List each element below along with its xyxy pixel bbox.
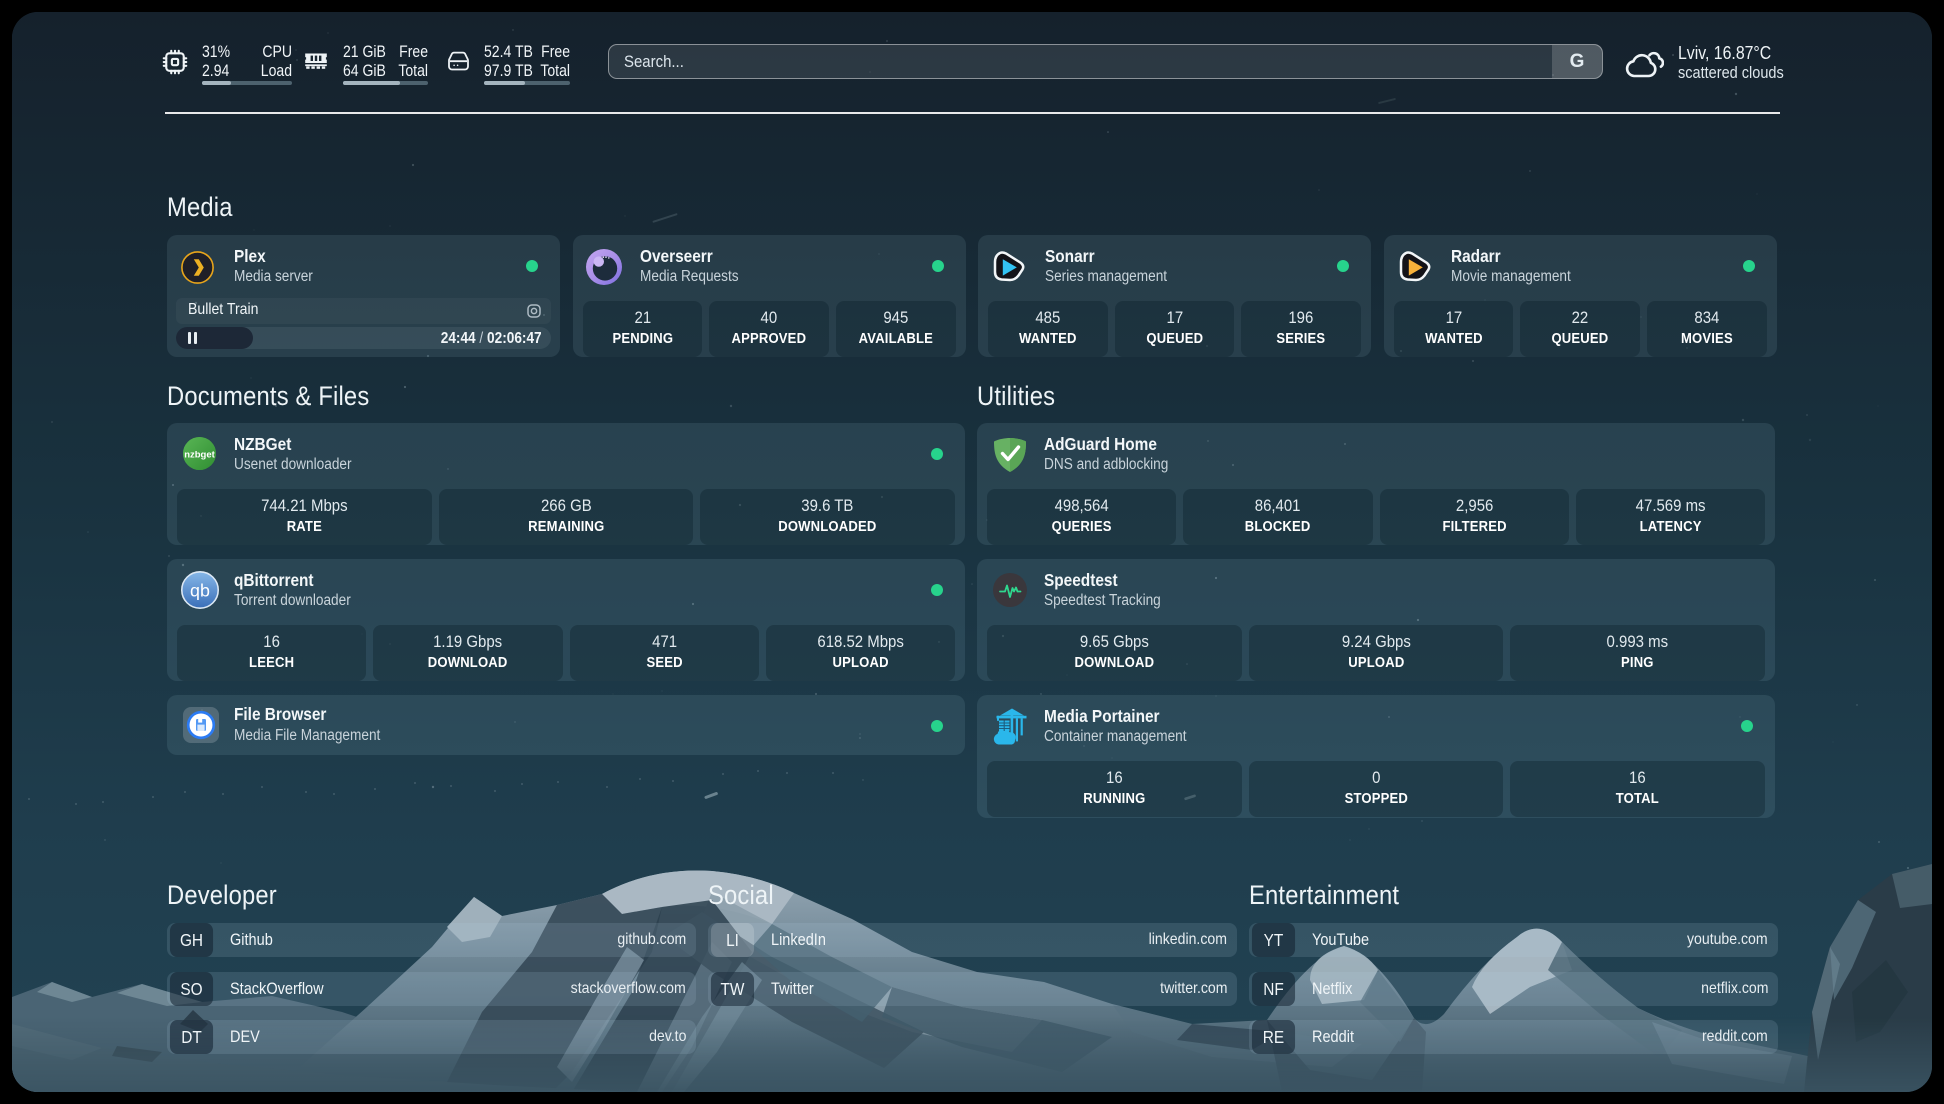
svg-text:qb: qb: [190, 580, 210, 600]
svg-text:nzbget: nzbget: [184, 450, 215, 461]
